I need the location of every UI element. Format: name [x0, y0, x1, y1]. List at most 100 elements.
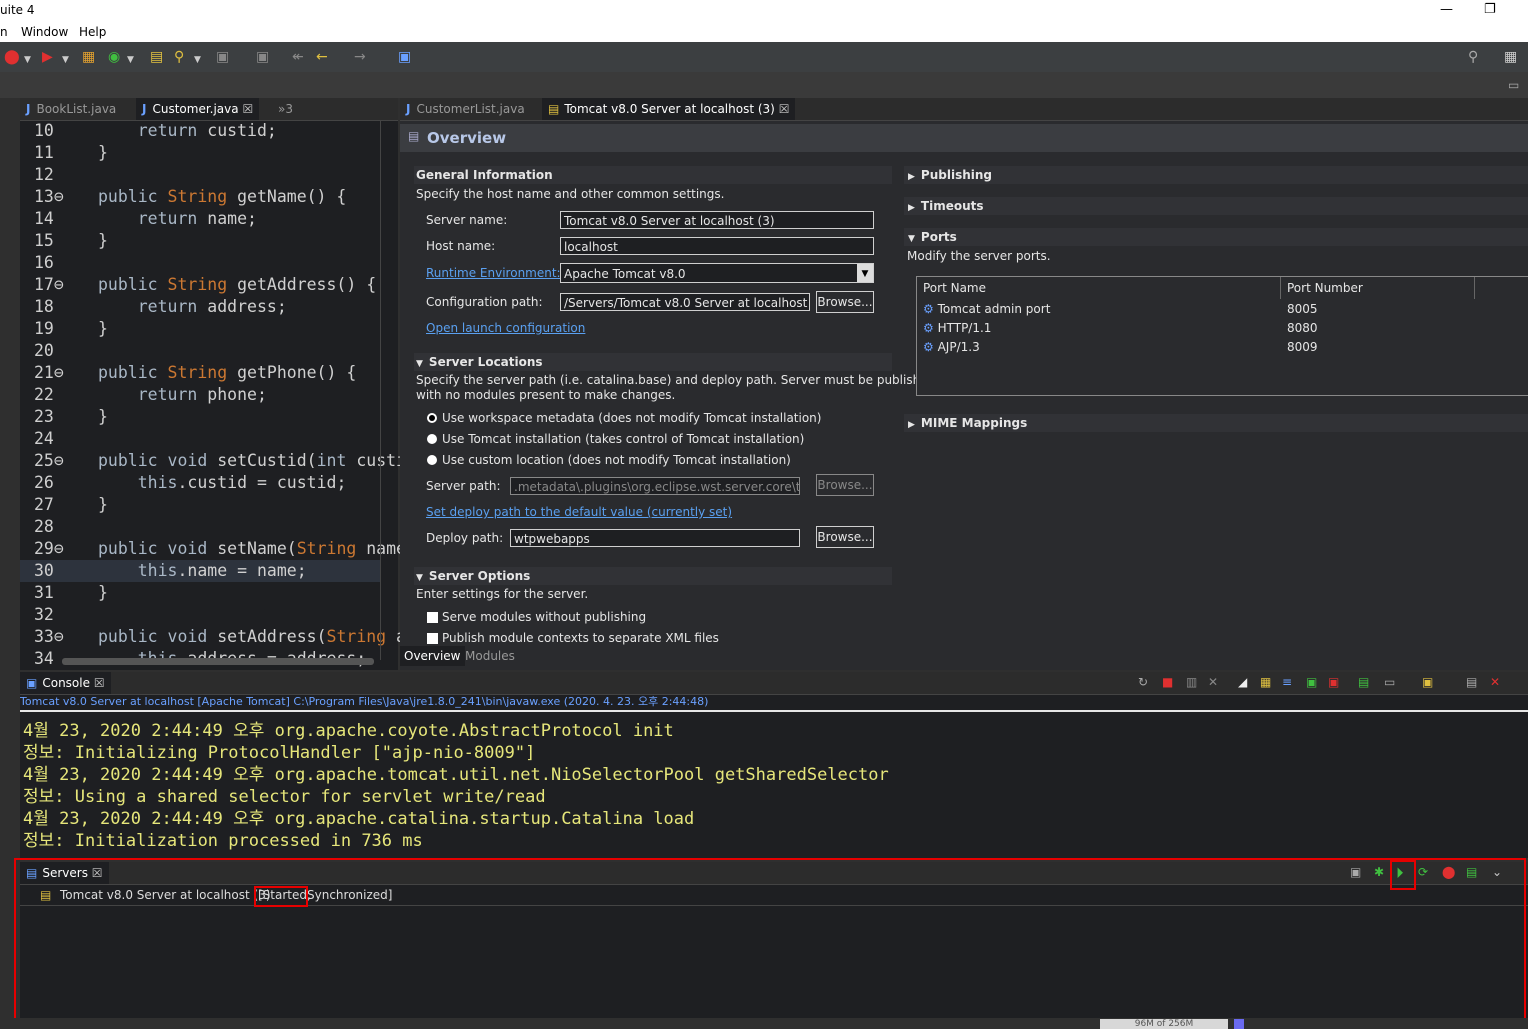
close-icon[interactable]: ☒ — [94, 676, 105, 690]
code-line[interactable]: 22 return phone; — [20, 384, 380, 406]
browse-server-path-button[interactable]: Browse... — [816, 474, 874, 496]
ports-header[interactable]: ▼ Ports — [904, 228, 1528, 246]
code-line[interactable]: 14 return name; — [20, 208, 380, 230]
server-name-field[interactable]: Tomcat v8.0 Server at localhost (3) — [560, 211, 874, 229]
configuration-path-field[interactable]: /Servers/Tomcat v8.0 Server at localhost… — [560, 293, 810, 311]
code-line[interactable]: 29⊖ public void setName(String name — [20, 538, 406, 560]
code-line[interactable]: 33⊖ public void setAddress(String a — [20, 626, 406, 648]
menu-item-navigate[interactable]: n — [0, 25, 8, 39]
code-line[interactable]: 25⊖ public void setCustid(int custi — [20, 450, 406, 472]
code-line[interactable]: 20 — [20, 340, 380, 362]
serve-modules-checkbox[interactable] — [427, 612, 438, 623]
new-class-icon[interactable]: ◉ — [108, 49, 120, 65]
tab-overflow[interactable]: »3 — [272, 98, 299, 120]
debug-icon[interactable]: ▶ — [42, 49, 53, 65]
dropdown-icon[interactable]: ▼ — [24, 52, 31, 68]
word-wrap-icon[interactable]: ≡ — [1282, 675, 1292, 689]
show-stderr-icon[interactable]: ▣ — [1328, 675, 1339, 689]
menu-item-window[interactable]: Window — [21, 25, 68, 39]
code-line[interactable]: 11} — [20, 142, 380, 164]
host-name-field[interactable]: localhost — [560, 237, 874, 255]
code-line[interactable]: 18 return address; — [20, 296, 380, 318]
display-console-icon[interactable]: ▭ — [1384, 675, 1395, 689]
perspective-icon[interactable]: ▣ — [398, 49, 411, 65]
server-options-header[interactable]: ▼ Server Options — [414, 567, 892, 585]
new-window-icon[interactable]: ▤ — [1466, 675, 1477, 689]
runtime-select[interactable]: Apache Tomcat v8.0 ▼ — [560, 263, 874, 283]
remove-launch-icon[interactable]: ▥ — [1186, 675, 1197, 689]
browse-deploy-path-button[interactable]: Browse... — [816, 526, 874, 548]
tab-overview[interactable]: Overview — [400, 646, 465, 666]
show-stdout-icon[interactable]: ▣ — [1306, 675, 1317, 689]
set-deploy-path-link[interactable]: Set deploy path to the default value (cu… — [426, 505, 732, 519]
dropdown-icon[interactable]: ▼ — [194, 52, 201, 68]
publishing-header[interactable]: ▶ Publishing — [904, 166, 1528, 184]
timeouts-header[interactable]: ▶ Timeouts — [904, 197, 1528, 215]
search-icon[interactable]: ⚲ — [174, 49, 184, 65]
chevron-down-icon[interactable]: ▼ — [857, 264, 873, 282]
code-line[interactable]: 27} — [20, 494, 380, 516]
heap-status[interactable]: 96M of 256M — [1100, 1019, 1228, 1029]
dropdown-icon[interactable]: ▼ — [62, 52, 69, 68]
horizontal-scrollbar[interactable] — [62, 658, 374, 665]
gc-icon[interactable] — [1234, 1019, 1244, 1029]
dropdown-icon[interactable]: ▼ — [127, 52, 134, 68]
code-line[interactable]: 12 — [20, 164, 380, 186]
col-port-name[interactable]: Port Name — [917, 277, 1281, 299]
code-line[interactable]: 32 — [20, 604, 380, 626]
tab-customerlist[interactable]: J CustomerList.java — [400, 98, 531, 120]
new-server-icon[interactable]: ▦ — [82, 49, 95, 65]
prev-annotation-icon[interactable]: ▣ — [256, 49, 269, 65]
close-console-icon[interactable]: ✕ — [1490, 675, 1500, 689]
code-line[interactable]: 17⊖ public String getAddress() { — [20, 274, 380, 296]
table-row[interactable]: ⚙ Tomcat admin port — [923, 300, 1050, 319]
pin-console-icon[interactable]: ▤ — [1358, 675, 1369, 689]
close-icon[interactable]: ☒ — [779, 102, 790, 116]
back-arrow-icon[interactable]: ← — [316, 49, 328, 65]
code-line[interactable]: 31} — [20, 582, 380, 604]
maximize-icon[interactable]: ▭ — [1508, 78, 1519, 92]
tab-modules[interactable]: Modules — [465, 646, 515, 666]
browse-config-button[interactable]: Browse... — [816, 291, 874, 313]
tab-console[interactable]: ▣ Console ☒ — [20, 672, 111, 694]
deploy-path-field[interactable]: wtpwebapps — [510, 529, 800, 547]
open-launch-configuration-link[interactable]: Open launch configuration — [426, 321, 585, 335]
ports-table[interactable]: Port Name Port Number ⚙ Tomcat admin por… — [916, 276, 1528, 396]
open-console-icon[interactable]: ▣ — [1422, 675, 1433, 689]
tab-customer[interactable]: J Customer.java ☒ — [136, 98, 260, 120]
tab-tomcat-server[interactable]: ▤ Tomcat v8.0 Server at localhost (3) ☒ — [542, 98, 796, 120]
code-line[interactable]: 28 — [20, 516, 380, 538]
stop-icon[interactable]: ⬤ — [4, 49, 20, 65]
code-line[interactable]: 16 — [20, 252, 380, 274]
runtime-environment-link[interactable]: Runtime Environment: — [426, 266, 561, 280]
col-port-number[interactable]: Port Number — [1281, 277, 1475, 299]
code-line[interactable]: 30 this.name = name; — [20, 560, 380, 582]
code-line[interactable]: 24 — [20, 428, 380, 450]
annotation-icon[interactable]: ▣ — [216, 49, 229, 65]
table-row[interactable]: ⚙ HTTP/1.1 — [923, 319, 991, 338]
radio-custom-location[interactable] — [427, 455, 437, 465]
server-path-field[interactable]: .metadata\.plugins\org.eclipse.wst.serve… — [510, 477, 800, 495]
close-icon[interactable]: ☒ — [242, 102, 253, 116]
server-locations-header[interactable]: ▼ Server Locations — [414, 353, 892, 371]
refresh-icon[interactable]: ↻ — [1138, 675, 1148, 689]
open-type-icon[interactable]: ▤ — [150, 49, 163, 65]
forward-arrow-icon[interactable]: → — [354, 49, 366, 65]
code-line[interactable]: 23} — [20, 406, 380, 428]
remove-all-icon[interactable]: ✕ — [1208, 675, 1218, 689]
port-number[interactable]: 8080 — [1287, 319, 1318, 338]
restore-button[interactable]: ❐ — [1484, 2, 1496, 17]
tab-booklist[interactable]: J BookList.java — [20, 98, 122, 120]
menu-item-help[interactable]: Help — [79, 25, 106, 39]
minimize-button[interactable]: — — [1440, 2, 1453, 17]
code-line[interactable]: 10 return custid; — [20, 120, 380, 142]
clear-console-icon[interactable]: ◢ — [1238, 675, 1247, 689]
publish-contexts-checkbox[interactable] — [427, 633, 438, 644]
last-edit-icon[interactable]: ↞ — [292, 49, 304, 65]
terminate-icon[interactable]: ■ — [1162, 675, 1173, 689]
code-line[interactable]: 26 this.custid = custid; — [20, 472, 380, 494]
code-line[interactable]: 13⊖ public String getName() { — [20, 186, 380, 208]
code-line[interactable]: 21⊖ public String getPhone() { — [20, 362, 380, 384]
java-editor[interactable]: J BookList.java J Customer.java ☒ »3 10 re… — [20, 98, 406, 670]
port-number[interactable]: 8009 — [1287, 338, 1318, 357]
